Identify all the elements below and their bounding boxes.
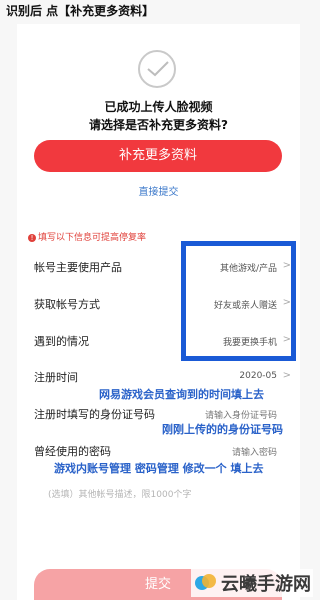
watermark: 云曦手游网 [191, 569, 313, 597]
password-input[interactable]: 请输入密码 [232, 445, 277, 458]
id-number-label: 注册时填写的身份证号码 [34, 408, 155, 421]
id-number-annotation: 刚刚上传的的身份证号码 [162, 423, 283, 436]
password-label: 曾经使用的密码 [34, 445, 111, 458]
warning-icon: ! [28, 233, 36, 242]
register-time-annotation: 网易游戏会员查询到的时间填上去 [99, 388, 264, 401]
supplement-question: 请选择是否补充更多资料? [89, 118, 228, 132]
watermark-logo-icon [195, 572, 217, 594]
upload-success-text: 已成功上传人脸视频 [104, 100, 213, 114]
watermark-text: 云曦手游网 [221, 574, 311, 595]
direct-submit-link[interactable]: 直接提交 [0, 183, 317, 198]
method-label: 获取帐号方式 [34, 298, 100, 311]
product-label: 帐号主要使用产品 [34, 261, 122, 274]
chevron-right-icon: > [282, 370, 291, 381]
register-time-picker[interactable]: 2020-05 [239, 371, 277, 381]
description-textarea[interactable]: (选填）其他帐号描述，限1000个字 [48, 487, 191, 500]
highlight-frame [181, 241, 296, 361]
password-annotation: 游戏内账号管理 密码管理 修改一个 填上去 [54, 462, 264, 475]
id-number-input[interactable]: 请输入身份证号码 [205, 408, 277, 421]
supplement-more-button[interactable]: 补充更多资料 [34, 140, 282, 172]
success-check-icon [138, 50, 176, 88]
situation-label: 遇到的情况 [34, 335, 89, 348]
instruction-caption: 识别后 点【补充更多资料】 [6, 4, 155, 18]
warning-tip: ! 填写以下信息可提高停复率 [28, 230, 146, 243]
warning-text: 填写以下信息可提高停复率 [38, 233, 147, 243]
register-time-label: 注册时间 [34, 371, 78, 384]
